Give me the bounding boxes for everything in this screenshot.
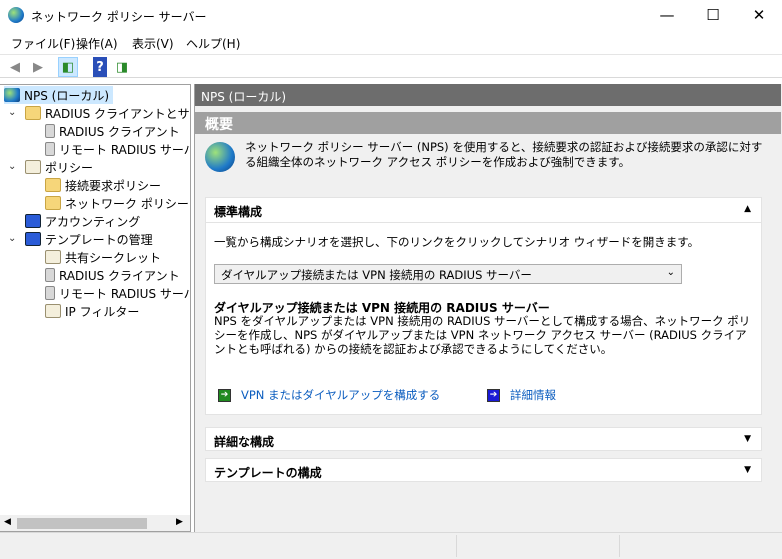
chevron-down-icon[interactable]: ⌄	[8, 233, 16, 244]
instruction-text: 一覧から構成シナリオを選択し、下のリンクをクリックしてシナリオ ウィザードを開き…	[214, 235, 700, 249]
dropdown-value: ダイヤルアップ接続または VPN 接続用の RADIUS サーバー	[221, 268, 532, 282]
show-hide-tree-icon[interactable]: ◧	[58, 57, 78, 77]
tree-item-radius-clients[interactable]: RADIUS クライアント	[45, 122, 180, 140]
chevron-down-icon: ⌄	[666, 267, 675, 278]
maximize-button[interactable]: ☐	[690, 0, 736, 30]
expand-caret-icon[interactable]: ▼	[744, 465, 751, 475]
server-icon	[45, 268, 55, 282]
server-icon	[45, 124, 55, 138]
overview-description: ネットワーク ポリシー サーバー (NPS) を使用すると、接続要求の認証および…	[245, 140, 763, 169]
globe-icon	[4, 88, 20, 102]
nps-globe-key-icon	[205, 142, 235, 172]
scroll-icon	[45, 304, 61, 318]
scroll-left-icon[interactable]: ◀	[4, 517, 11, 527]
details-pane: NPS (ローカル) 概要 ネットワーク ポリシー サーバー (NPS) を使用…	[194, 84, 782, 532]
tree-item-accounting[interactable]: アカウンティング	[25, 212, 140, 230]
tree-label: RADIUS クライアント	[59, 124, 180, 139]
tree-label: ポリシー	[45, 160, 94, 175]
toolbar: ◀ ▶ ◧ ? ◨	[0, 54, 782, 78]
section-title: テンプレートの構成	[214, 466, 322, 480]
tree-label: ネットワーク ポリシー	[65, 196, 189, 211]
tree-label: 共有シークレット	[65, 250, 162, 265]
scenario-description: NPS をダイヤルアップまたは VPN 接続用の RADIUS サーバーとして構…	[214, 314, 751, 356]
tree-item-connection-request-policies[interactable]: 接続要求ポリシー	[45, 176, 161, 194]
monitor-icon	[25, 232, 41, 246]
tree-pane: NPS (ローカル) ⌄ RADIUS クライアントとサーバー RADIUS ク…	[0, 84, 191, 532]
tree-label: RADIUS クライアントとサーバー	[45, 106, 190, 121]
tree-label: テンプレートの管理	[45, 232, 153, 247]
tree-label: IP フィルター	[65, 304, 140, 319]
tree-label: アカウンティング	[45, 214, 141, 229]
chevron-down-icon[interactable]: ⌄	[8, 161, 16, 172]
collapse-caret-icon[interactable]: ▲	[744, 204, 751, 214]
folder-icon	[45, 196, 61, 210]
tree-item-ip-filters[interactable]: IP フィルター	[45, 302, 139, 320]
tree-item-radius-clients-servers[interactable]: RADIUS クライアントとサーバー	[25, 104, 190, 122]
tree-item-nps-local[interactable]: NPS (ローカル)	[4, 86, 114, 104]
more-info-link[interactable]: ➔ 詳細情報	[487, 387, 556, 403]
window-title: ネットワーク ポリシー サーバー	[31, 10, 207, 24]
tree-item-template-remote-radius[interactable]: リモート RADIUS サーバー	[45, 284, 190, 302]
accounting-icon	[25, 214, 41, 228]
tree-label: RADIUS クライアント	[59, 268, 180, 283]
folder-icon	[45, 178, 61, 192]
configure-vpn-link[interactable]: ➔ VPN またはダイヤルアップを構成する	[218, 387, 440, 403]
scrollbar-thumb[interactable]	[17, 518, 147, 529]
minimize-button[interactable]: —	[644, 0, 690, 30]
menu-help[interactable]: ヘルプ(H)	[186, 35, 240, 52]
title-bar: ネットワーク ポリシー サーバー — ☐ ✕	[0, 0, 782, 32]
link-label: VPN またはダイヤルアップを構成する	[241, 388, 441, 402]
scroll-icon	[45, 250, 61, 264]
section-title: 標準構成	[214, 205, 263, 219]
forward-arrow-icon[interactable]: ▶	[28, 57, 48, 77]
scroll-icon	[25, 160, 41, 174]
back-arrow-icon[interactable]: ◀	[5, 57, 25, 77]
arrow-right-icon: ➔	[487, 388, 500, 402]
help-icon[interactable]: ?	[93, 57, 107, 77]
menu-file[interactable]: ファイル(F)	[11, 35, 75, 52]
tree-item-policies[interactable]: ポリシー	[25, 158, 93, 176]
menu-view[interactable]: 表示(V)	[132, 35, 174, 52]
tree-item-templates[interactable]: テンプレートの管理	[25, 230, 153, 248]
expand-caret-icon[interactable]: ▼	[744, 434, 751, 444]
close-button[interactable]: ✕	[736, 0, 782, 30]
tree-item-shared-secrets[interactable]: 共有シークレット	[45, 248, 161, 266]
tree-label: 接続要求ポリシー	[65, 178, 162, 193]
folder-icon	[25, 106, 41, 120]
action-pane-icon[interactable]: ◨	[112, 57, 132, 77]
horizontal-scrollbar[interactable]: ◀ ▶	[0, 515, 190, 531]
scenario-dropdown[interactable]: ダイヤルアップ接続または VPN 接続用の RADIUS サーバー ⌄	[214, 264, 682, 284]
arrow-right-icon: ➔	[218, 388, 231, 402]
server-group-icon	[45, 142, 55, 156]
menu-action[interactable]: 操作(A)	[76, 35, 118, 52]
tree-label: リモート RADIUS サーバー グループ	[59, 142, 190, 157]
tree-label: NPS (ローカル)	[24, 88, 110, 103]
server-icon	[45, 286, 55, 300]
tree-item-remote-radius-groups[interactable]: リモート RADIUS サーバー グループ	[45, 140, 190, 158]
app-icon	[8, 7, 24, 23]
pane-header: NPS (ローカル)	[195, 84, 781, 106]
advanced-config-section[interactable]: 詳細な構成 ▼	[205, 427, 762, 451]
scroll-right-icon[interactable]: ▶	[176, 517, 183, 527]
tree-item-template-radius-clients[interactable]: RADIUS クライアント	[45, 266, 180, 284]
tree-label: リモート RADIUS サーバー	[59, 286, 190, 301]
status-bar	[0, 532, 782, 559]
overview-heading: 概要	[195, 112, 781, 134]
templates-config-section[interactable]: テンプレートの構成 ▼	[205, 458, 762, 482]
tree-item-network-policies[interactable]: ネットワーク ポリシー	[45, 194, 189, 212]
chevron-down-icon[interactable]: ⌄	[8, 107, 16, 118]
menu-bar: ファイル(F) 操作(A) 表示(V) ヘルプ(H)	[0, 32, 782, 53]
standard-config-section: 標準構成 ▲ 一覧から構成シナリオを選択し、下のリンクをクリックしてシナリオ ウ…	[205, 197, 762, 415]
section-title: 詳細な構成	[214, 435, 275, 449]
link-label: 詳細情報	[510, 388, 556, 402]
